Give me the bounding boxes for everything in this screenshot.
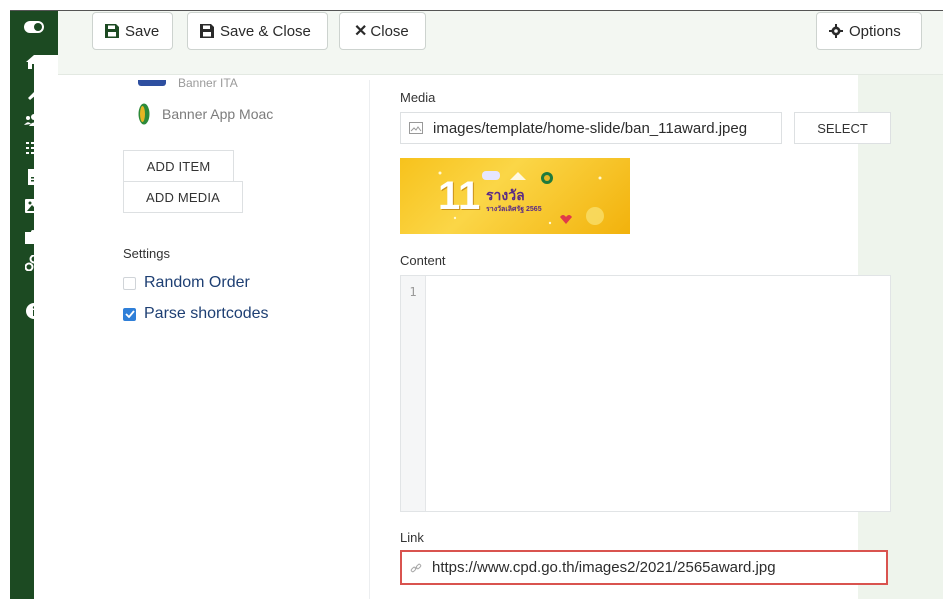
list-item[interactable]: Banner App Moac (138, 103, 273, 125)
parse-shortcodes-label: Parse shortcodes (144, 305, 269, 322)
save-button[interactable]: Save (92, 12, 173, 50)
column-divider (369, 80, 370, 599)
save-close-label: Save & Close (220, 22, 311, 40)
random-order-checkbox[interactable] (123, 276, 136, 290)
line-number: 1 (409, 285, 417, 299)
add-item-button[interactable]: ADD ITEM (123, 150, 234, 182)
content-editor[interactable]: 1 (400, 275, 891, 512)
banner-label: Banner App Moac (162, 106, 274, 122)
parse-shortcodes-checkbox[interactable] (123, 307, 136, 321)
award-number: 11 (438, 174, 481, 218)
options-label: Options (849, 22, 901, 40)
editor-gutter: 1 (401, 276, 426, 511)
media-preview-image: 11 รางวัล รางวัลเลิศรัฐ 2565 (400, 158, 630, 234)
app-window: Save Save & Close ✕ Close Options Banner… (0, 0, 943, 599)
options-button[interactable]: Options (816, 12, 922, 50)
select-media-button[interactable]: SELECT (794, 112, 891, 144)
award-subtitle: รางวัลเลิศรัฐ 2565 (486, 206, 542, 213)
banner-thumb-icon (138, 80, 166, 86)
list-item[interactable]: Banner ITA (138, 76, 238, 90)
link-label: Link (400, 530, 424, 545)
app-logo-icon (138, 103, 150, 125)
link-url: https://www.cpd.go.th/images2/2021/2565a… (432, 559, 776, 576)
link-field[interactable]: https://www.cpd.go.th/images2/2021/2565a… (400, 550, 888, 585)
toggle-icon[interactable] (10, 16, 58, 38)
gear-icon (829, 24, 843, 38)
random-order-option[interactable]: Random Order (123, 274, 250, 292)
save-icon (200, 24, 214, 38)
save-close-button[interactable]: Save & Close (187, 12, 328, 50)
settings-heading: Settings (123, 246, 170, 261)
close-button[interactable]: ✕ Close (339, 12, 426, 50)
media-path: images/template/home-slide/ban_11award.j… (433, 119, 748, 137)
link-icon (410, 563, 422, 572)
random-order-label: Random Order (144, 274, 250, 291)
add-media-button[interactable]: ADD MEDIA (123, 181, 243, 213)
close-label: Close (370, 22, 409, 40)
banner-label: Banner ITA (178, 76, 238, 90)
media-label: Media (400, 90, 436, 105)
image-icon (409, 122, 423, 134)
content-label: Content (400, 253, 446, 268)
check-icon (124, 310, 135, 318)
close-icon: ✕ (354, 23, 368, 40)
save-icon (105, 24, 119, 38)
save-label: Save (125, 22, 160, 40)
media-field[interactable]: images/template/home-slide/ban_11award.j… (400, 112, 782, 144)
parse-shortcodes-option[interactable]: Parse shortcodes (123, 305, 269, 323)
